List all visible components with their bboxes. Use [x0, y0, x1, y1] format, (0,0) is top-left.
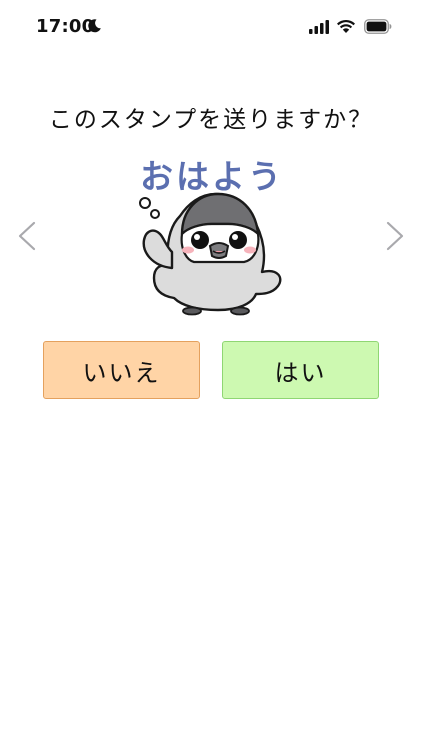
chevron-right-icon[interactable] — [384, 221, 406, 251]
no-button[interactable]: いいえ — [43, 341, 200, 399]
wifi-icon — [337, 19, 355, 33]
moon-icon — [88, 19, 101, 33]
yes-button[interactable]: はい — [222, 341, 379, 399]
chevron-left-icon[interactable] — [16, 221, 38, 251]
sticker-caption: おはよう — [140, 157, 284, 196]
send-sticker-screen: 17:00 このスタンプを送りますか？ おはよう いいえ はい — [0, 0, 422, 750]
cellular-signal-icon — [309, 20, 329, 34]
status-bar: 17:00 — [0, 0, 422, 56]
no-button-label: いいえ — [82, 358, 161, 387]
confirmation-prompt: このスタンプを送りますか？ — [48, 107, 374, 133]
battery-icon — [364, 19, 392, 34]
yes-button-label: はい — [274, 358, 327, 387]
